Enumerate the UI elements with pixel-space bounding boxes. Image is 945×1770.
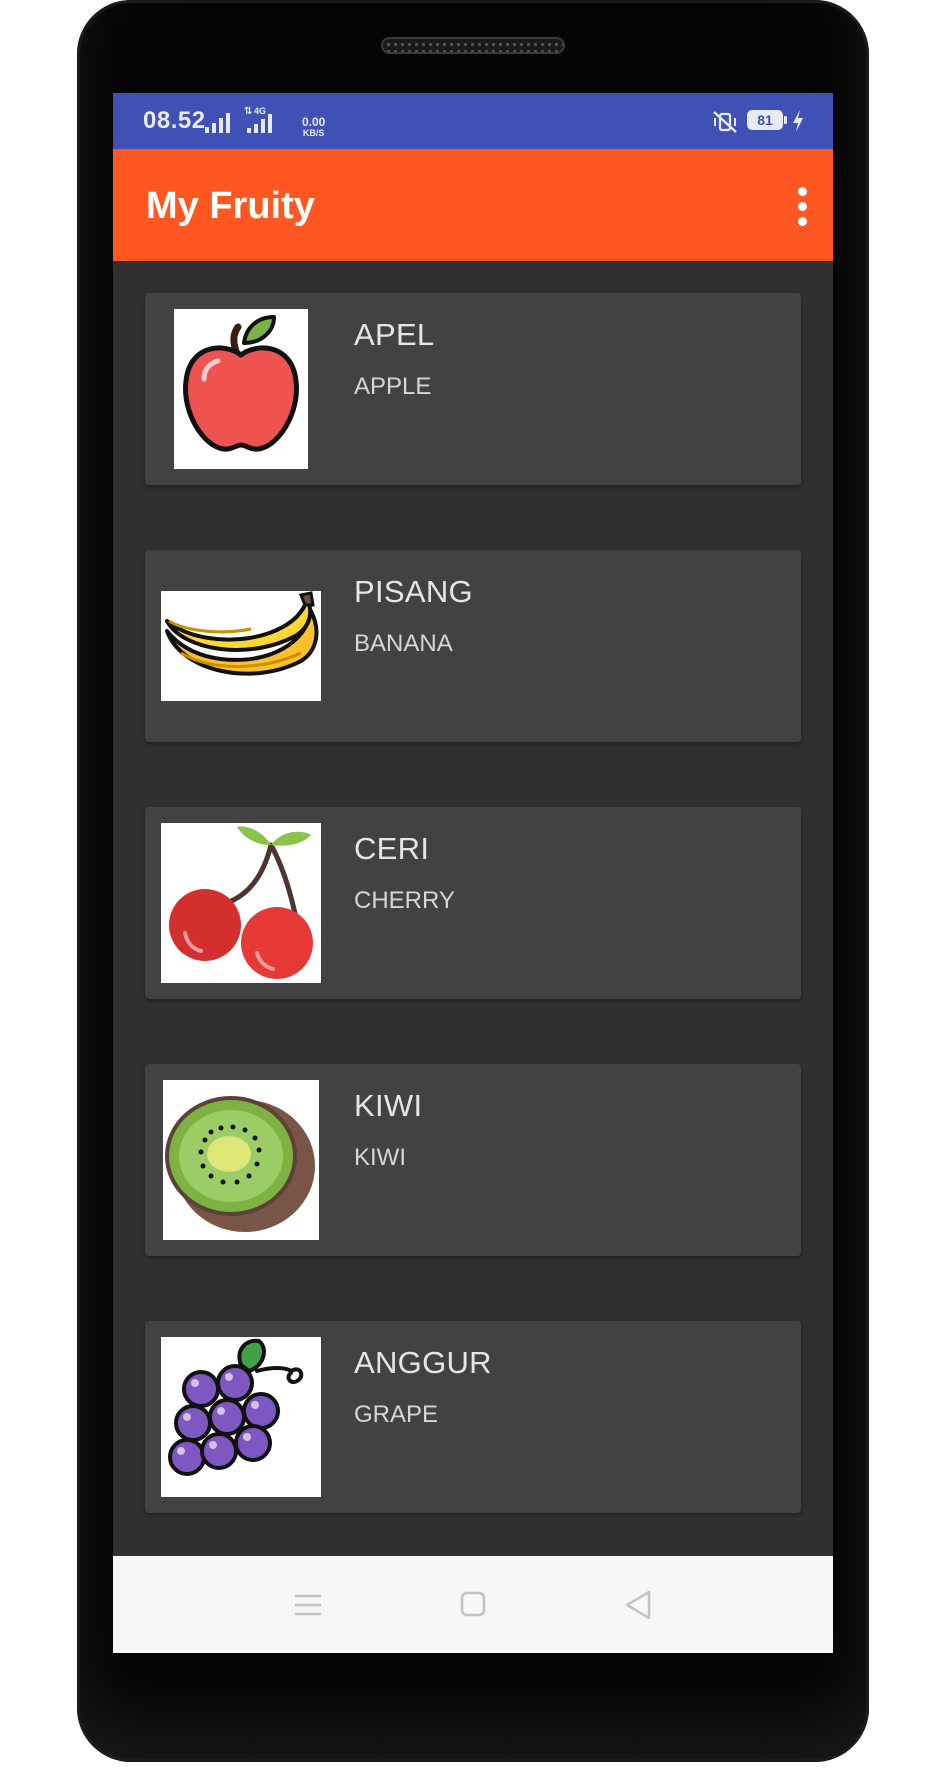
nav-bar <box>113 1556 833 1653</box>
app-bar: My Fruity <box>113 149 833 261</box>
menu-icon[interactable] <box>288 1588 328 1622</box>
phone-speaker <box>381 37 565 54</box>
fruit-name: PISANG <box>354 574 473 609</box>
fruit-card-kiwi[interactable]: KIWI KIWI <box>145 1064 801 1256</box>
fruit-name: CERI <box>354 831 430 866</box>
battery-level: 81 <box>757 112 773 128</box>
apple-icon <box>183 315 299 452</box>
fruit-name: ANGGUR <box>354 1345 492 1380</box>
data-signal-icon <box>247 111 272 133</box>
banana-image <box>161 591 321 701</box>
banana-icon <box>165 591 319 676</box>
speed-value: 0.00 <box>302 115 326 129</box>
vibrate-mute-icon <box>713 111 737 133</box>
status-bar: 08.52 ⇅ 4G 0.00 KB/S 81 <box>113 93 833 149</box>
more-vert-icon[interactable] <box>793 187 813 227</box>
fruit-english: KIWI <box>354 1144 406 1171</box>
status-time: 08.52 <box>143 107 206 134</box>
speed-unit: KB/S <box>302 128 325 138</box>
back-icon[interactable] <box>619 1588 659 1622</box>
fruit-english: BANANA <box>354 630 453 657</box>
cherry-image <box>161 823 321 983</box>
kiwi-image <box>163 1080 319 1240</box>
phone-frame: 08.52 ⇅ 4G 0.00 KB/S 81 My Fruity APEL A… <box>77 0 869 1762</box>
battery-icon: 81 <box>747 110 787 130</box>
grape-icon <box>168 1338 304 1476</box>
cherry-icon <box>169 826 313 979</box>
app-title: My Fruity <box>146 185 315 227</box>
fruit-english: GRAPE <box>354 1401 439 1428</box>
signal-icon <box>205 111 230 133</box>
fruit-card-cherry[interactable]: CERI CHERRY <box>145 807 801 999</box>
fruit-card-grape[interactable]: ANGGUR GRAPE <box>145 1321 801 1513</box>
fruit-english: CHERRY <box>354 887 455 914</box>
fruit-card-apple[interactable]: APEL APPLE <box>145 293 801 485</box>
network-speed: 0.00 KB/S <box>302 115 326 139</box>
home-icon[interactable] <box>453 1588 493 1622</box>
fruit-card-banana[interactable]: PISANG BANANA <box>145 550 801 742</box>
charging-icon <box>793 110 803 132</box>
screen: 08.52 ⇅ 4G 0.00 KB/S 81 My Fruity APEL A… <box>113 93 833 1653</box>
kiwi-icon <box>165 1096 315 1232</box>
fruit-english: APPLE <box>354 373 432 400</box>
fruit-name: APEL <box>354 317 435 352</box>
fruit-name: KIWI <box>354 1088 423 1123</box>
grape-image <box>161 1337 321 1497</box>
apple-image <box>174 309 308 469</box>
